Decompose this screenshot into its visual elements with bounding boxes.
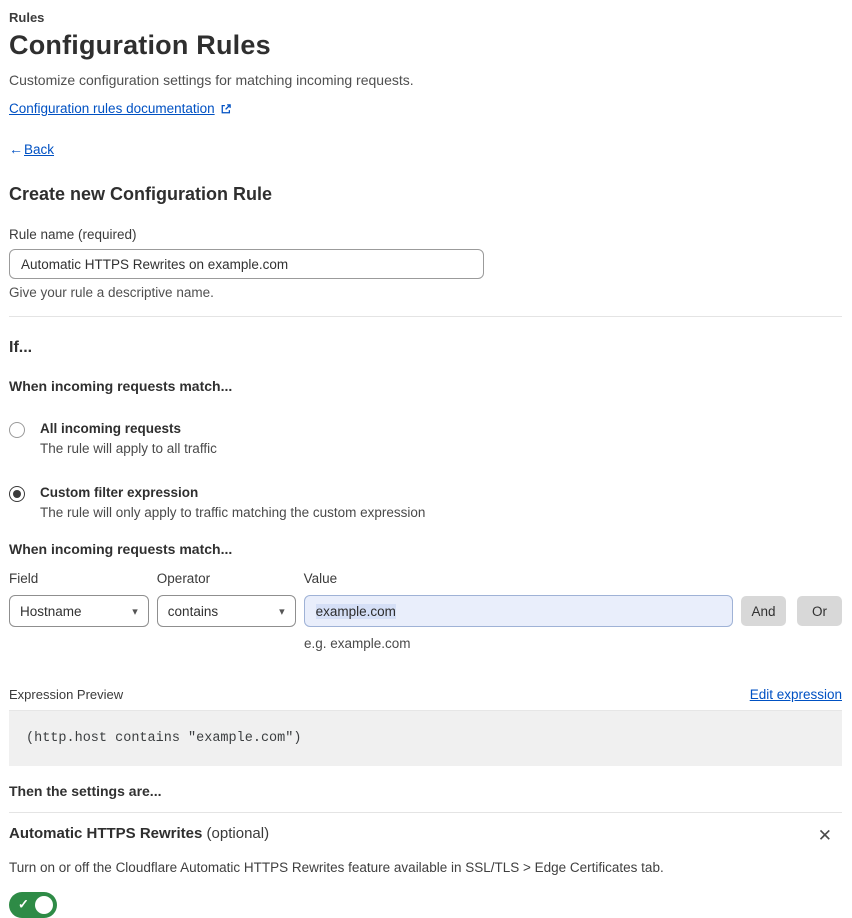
chevron-down-icon: ▾ bbox=[132, 605, 138, 618]
operator-select-value: contains bbox=[167, 603, 219, 619]
edit-expression-link[interactable]: Edit expression bbox=[750, 687, 842, 702]
radio-label: Custom filter expression bbox=[40, 485, 199, 500]
request-match-radio-group: All incoming requests The rule will appl… bbox=[9, 421, 842, 520]
section-divider bbox=[9, 316, 842, 317]
field-select-value: Hostname bbox=[20, 603, 82, 619]
radio-option-custom-filter[interactable]: Custom filter expression The rule will o… bbox=[9, 485, 842, 520]
value-label: Value bbox=[303, 571, 338, 586]
page-subtitle: Customize configuration settings for mat… bbox=[9, 72, 414, 88]
expression-builder-row: Field Hostname ▾ Operator contains ▾ Val… bbox=[9, 571, 842, 627]
configuration-rules-page: Rules Configuration Rules Customize conf… bbox=[0, 0, 852, 918]
radio-unselected-icon[interactable] bbox=[9, 422, 25, 438]
field-select[interactable]: Hostname ▾ bbox=[9, 595, 149, 627]
close-icon[interactable]: ✕ bbox=[814, 825, 836, 846]
back-link[interactable]: Back bbox=[24, 142, 54, 157]
setting-header: Automatic HTTPS Rewrites (optional) ✕ bbox=[9, 825, 842, 846]
external-link-icon bbox=[220, 103, 232, 115]
back-arrow-icon: ← bbox=[9, 141, 23, 157]
operator-select[interactable]: contains ▾ bbox=[156, 595, 296, 627]
chevron-down-icon: ▾ bbox=[279, 605, 285, 618]
radio-description: The rule will apply to all traffic bbox=[40, 441, 217, 456]
setting-title-text: Automatic HTTPS Rewrites bbox=[9, 825, 203, 842]
field-column: Field Hostname ▾ bbox=[9, 571, 149, 627]
setting-title: Automatic HTTPS Rewrites (optional) bbox=[9, 825, 269, 842]
https-rewrites-toggle[interactable]: ✓ bbox=[9, 892, 57, 918]
match-heading-1: When incoming requests match... bbox=[9, 378, 233, 394]
setting-optional-text: (optional) bbox=[202, 825, 270, 842]
value-input-text: example.com bbox=[315, 603, 396, 619]
expression-preview-label: Expression Preview bbox=[9, 687, 124, 702]
value-input[interactable]: example.com bbox=[303, 595, 733, 627]
setting-description: Turn on or off the Cloudflare Automatic … bbox=[9, 860, 664, 875]
then-settings-heading: Then the settings are... bbox=[9, 783, 162, 799]
conjunction-buttons: And Or bbox=[740, 571, 842, 627]
match-heading-2: When incoming requests match... bbox=[9, 541, 233, 557]
expression-preview-code: (http.host contains "example.com") bbox=[9, 711, 842, 766]
operator-label: Operator bbox=[156, 571, 211, 586]
value-column: Value example.com bbox=[303, 571, 733, 627]
create-rule-heading: Create new Configuration Rule bbox=[9, 184, 273, 204]
radio-option-texts: All incoming requests The rule will appl… bbox=[40, 421, 217, 456]
operator-column: Operator contains ▾ bbox=[156, 571, 296, 627]
radio-option-texts: Custom filter expression The rule will o… bbox=[40, 485, 425, 520]
documentation-row: Configuration rules documentation bbox=[9, 101, 842, 116]
back-row: ← Back bbox=[9, 141, 842, 157]
radio-label: All incoming requests bbox=[40, 421, 182, 436]
field-label: Field bbox=[9, 571, 39, 586]
documentation-link[interactable]: Configuration rules documentation bbox=[9, 101, 215, 116]
radio-selected-icon[interactable] bbox=[9, 486, 25, 502]
breadcrumb: Rules bbox=[9, 10, 45, 25]
radio-description: The rule will only apply to traffic matc… bbox=[40, 505, 426, 520]
value-help-text: e.g. example.com bbox=[304, 636, 411, 651]
toggle-knob bbox=[35, 896, 53, 914]
radio-option-all-requests[interactable]: All incoming requests The rule will appl… bbox=[9, 421, 842, 456]
or-button[interactable]: Or bbox=[796, 596, 842, 626]
check-icon: ✓ bbox=[18, 896, 29, 912]
and-button[interactable]: And bbox=[740, 596, 786, 626]
if-heading: If... bbox=[9, 339, 33, 356]
rule-name-label: Rule name (required) bbox=[9, 227, 137, 242]
rule-name-help: Give your rule a descriptive name. bbox=[9, 285, 214, 300]
rule-name-input[interactable] bbox=[9, 249, 484, 279]
page-title: Configuration Rules bbox=[9, 30, 271, 60]
expression-preview-header: Expression Preview Edit expression bbox=[9, 687, 842, 711]
automatic-https-rewrites-setting: Automatic HTTPS Rewrites (optional) ✕ Tu… bbox=[9, 812, 842, 918]
